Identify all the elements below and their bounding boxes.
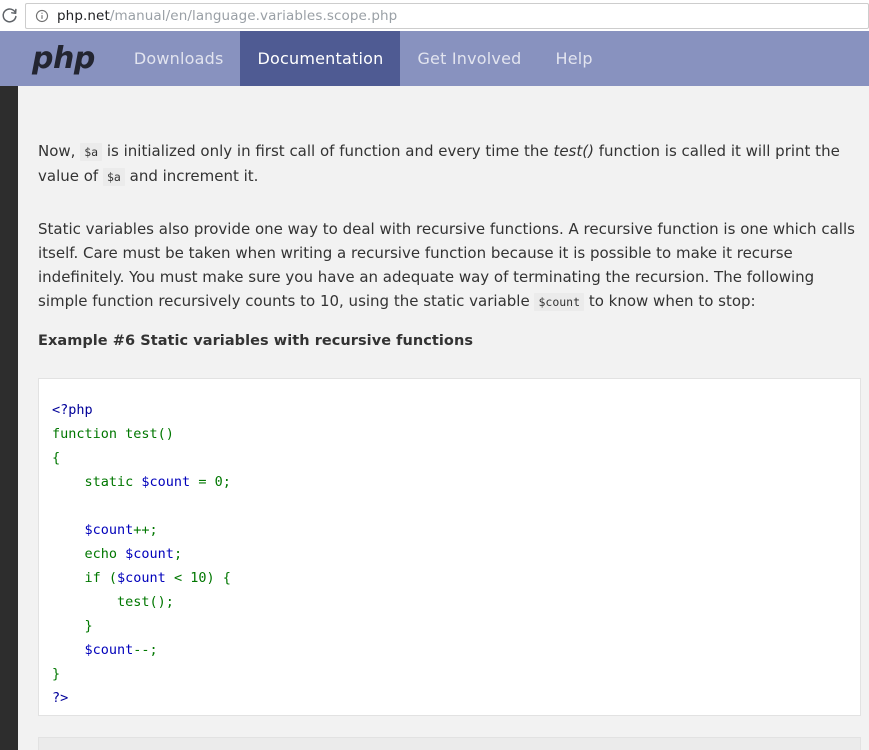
code-token: () [158, 426, 174, 442]
para1-italic-test: test() [553, 142, 594, 160]
code-token: ; [174, 546, 182, 562]
code-token [52, 594, 117, 610]
inline-code-var-count: $count [534, 293, 584, 311]
code-token: ?> [52, 690, 68, 706]
code-token: static [52, 474, 141, 490]
nav-item-documentation[interactable]: Documentation [240, 31, 400, 86]
code-token: ; [223, 474, 231, 490]
php-logo[interactable]: php [32, 44, 95, 74]
code-token: $count [85, 522, 134, 538]
code-token: test [125, 426, 158, 442]
code-token: (); [150, 594, 174, 610]
code-line: { [52, 450, 60, 466]
code-token: } [52, 666, 60, 682]
code-token: echo [52, 546, 125, 562]
para1-part2: is initialized only in first call of fun… [107, 142, 549, 160]
site-navigation-bar: php Downloads Documentation Get Involved… [0, 31, 869, 86]
example-heading: Example #6 Static variables with recursi… [38, 333, 858, 349]
inline-code-var-a-1: $a [80, 143, 102, 161]
code-line: $count++; [52, 522, 158, 538]
code-line: } [52, 666, 60, 682]
code-token: $count [125, 546, 174, 562]
code-block-example-6: <?php function test() { static $count = … [38, 378, 861, 716]
code-content: <?php function test() { static $count = … [52, 402, 231, 706]
code-line: test(); [52, 594, 174, 610]
url-host: php.net [57, 8, 110, 24]
code-token: <?php [52, 402, 93, 418]
browser-chrome: php.net/manual/en/language.variables.sco… [0, 0, 869, 31]
code-token [52, 522, 85, 538]
url-path: /manual/en/language.variables.scope.php [110, 8, 397, 24]
inline-code-var-a-2: $a [103, 168, 125, 186]
next-section-block [38, 737, 861, 750]
reload-icon[interactable] [0, 3, 22, 29]
para1-part1: Now, [38, 142, 75, 160]
nav-item-list: Downloads Documentation Get Involved Hel… [117, 31, 610, 86]
code-token: 0 [215, 474, 223, 490]
nav-item-downloads[interactable]: Downloads [117, 31, 241, 86]
code-token: } [52, 618, 93, 634]
code-line: function test() [52, 426, 174, 442]
paragraph-now-initialized: Now, $a is initialized only in first cal… [38, 139, 858, 189]
para2-part2: to know when to stop: [589, 292, 756, 310]
page-content: ?> Now, $a is initialized only in first … [18, 31, 869, 750]
paragraph-static-recursive: Static variables also provide one way to… [38, 217, 858, 314]
code-token: $count [85, 642, 134, 658]
code-token: test [117, 594, 150, 610]
code-token: < [174, 570, 190, 586]
code-token: $count [117, 570, 174, 586]
url-text: php.net/manual/en/language.variables.sco… [57, 8, 397, 24]
code-token: if ( [52, 570, 117, 586]
code-line: $count--; [52, 642, 158, 658]
code-line: <?php [52, 402, 93, 418]
left-dark-rail [0, 31, 18, 750]
code-token: $count [141, 474, 198, 490]
nav-item-get-involved[interactable]: Get Involved [400, 31, 538, 86]
code-token: { [52, 450, 60, 466]
code-line: ?> [52, 690, 68, 706]
code-line: } [52, 618, 93, 634]
code-line: static $count = 0; [52, 474, 231, 490]
url-bar[interactable]: php.net/manual/en/language.variables.sco… [25, 3, 869, 29]
code-token: = [198, 474, 214, 490]
info-icon[interactable] [35, 9, 49, 23]
nav-item-help[interactable]: Help [538, 31, 609, 86]
code-token: 10 [190, 570, 206, 586]
code-token: ) { [206, 570, 230, 586]
code-line: if ($count < 10) { [52, 570, 231, 586]
page-viewport: ?> Now, $a is initialized only in first … [0, 31, 869, 750]
code-token [52, 642, 85, 658]
code-token: --; [133, 642, 157, 658]
code-token: function [52, 426, 125, 442]
code-line: echo $count; [52, 546, 182, 562]
code-token: ++; [133, 522, 157, 538]
para1-part4: and increment it. [130, 167, 259, 185]
